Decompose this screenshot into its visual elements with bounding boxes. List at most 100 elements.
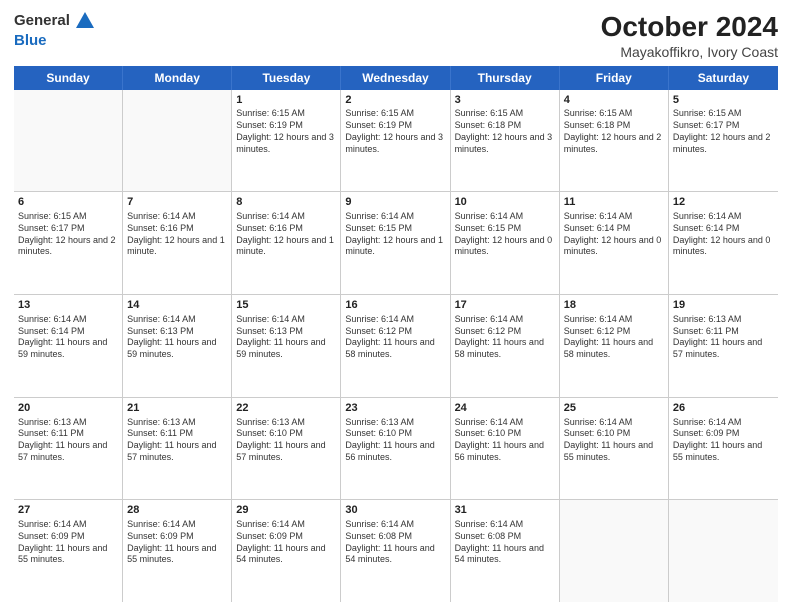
day-number: 3 xyxy=(455,93,555,108)
day-info: Sunrise: 6:13 AMSunset: 6:11 PMDaylight:… xyxy=(673,314,774,361)
calendar-body: 1 Sunrise: 6:15 AMSunset: 6:19 PMDaylight… xyxy=(14,90,778,602)
day-info: Sunrise: 6:15 AMSunset: 6:17 PMDaylight:… xyxy=(673,108,774,155)
day-number: 19 xyxy=(673,298,774,313)
day-number: 24 xyxy=(455,401,555,416)
day-number: 18 xyxy=(564,298,664,313)
cal-cell-1-4: 10Sunrise: 6:14 AMSunset: 6:15 PMDayligh… xyxy=(451,192,560,294)
day-number: 7 xyxy=(127,195,227,210)
day-number: 13 xyxy=(18,298,118,313)
cal-cell-3-3: 23Sunrise: 6:13 AMSunset: 6:10 PMDayligh… xyxy=(341,398,450,500)
week-row-5: 27Sunrise: 6:14 AMSunset: 6:09 PMDayligh… xyxy=(14,500,778,602)
day-info: Sunrise: 6:14 AMSunset: 6:12 PMDaylight:… xyxy=(455,314,555,361)
header-sunday: Sunday xyxy=(14,66,123,90)
logo-blue: Blue xyxy=(14,32,47,49)
header-monday: Monday xyxy=(123,66,232,90)
day-info: Sunrise: 6:15 AMSunset: 6:17 PMDaylight:… xyxy=(18,211,118,258)
day-number: 12 xyxy=(673,195,774,210)
logo-general: General xyxy=(14,13,70,30)
day-number: 1 xyxy=(236,93,336,108)
header-tuesday: Tuesday xyxy=(232,66,341,90)
cal-cell-1-1: 7Sunrise: 6:14 AMSunset: 6:16 PMDaylight… xyxy=(123,192,232,294)
day-number: 15 xyxy=(236,298,336,313)
cal-cell-1-6: 12Sunrise: 6:14 AMSunset: 6:14 PMDayligh… xyxy=(669,192,778,294)
day-info: Sunrise: 6:14 AMSunset: 6:09 PMDaylight:… xyxy=(127,519,227,566)
day-info: Sunrise: 6:14 AMSunset: 6:16 PMDaylight:… xyxy=(236,211,336,258)
day-number: 23 xyxy=(345,401,445,416)
day-number: 21 xyxy=(127,401,227,416)
week-row-4: 20Sunrise: 6:13 AMSunset: 6:11 PMDayligh… xyxy=(14,398,778,501)
day-info: Sunrise: 6:14 AMSunset: 6:16 PMDaylight:… xyxy=(127,211,227,258)
day-info: Sunrise: 6:13 AMSunset: 6:10 PMDaylight:… xyxy=(236,417,336,464)
cal-cell-0-4: 3Sunrise: 6:15 AMSunset: 6:18 PMDaylight… xyxy=(451,90,560,192)
cal-cell-1-3: 9Sunrise: 6:14 AMSunset: 6:15 PMDaylight… xyxy=(341,192,450,294)
logo-icon xyxy=(74,10,96,32)
cal-cell-0-6: 5Sunrise: 6:15 AMSunset: 6:17 PMDaylight… xyxy=(669,90,778,192)
cal-cell-4-5 xyxy=(560,500,669,602)
cal-cell-2-5: 18Sunrise: 6:14 AMSunset: 6:12 PMDayligh… xyxy=(560,295,669,397)
week-row-2: 6Sunrise: 6:15 AMSunset: 6:17 PMDaylight… xyxy=(14,192,778,295)
cal-cell-3-2: 22Sunrise: 6:13 AMSunset: 6:10 PMDayligh… xyxy=(232,398,341,500)
day-info: Sunrise: 6:14 AMSunset: 6:08 PMDaylight:… xyxy=(455,519,555,566)
day-info: Sunrise: 6:14 AMSunset: 6:14 PMDaylight:… xyxy=(673,211,774,258)
day-number: 14 xyxy=(127,298,227,313)
cal-cell-0-3: 2Sunrise: 6:15 AMSunset: 6:19 PMDaylight… xyxy=(341,90,450,192)
day-number: 6 xyxy=(18,195,118,210)
calendar-subtitle: Mayakoffikro, Ivory Coast xyxy=(601,44,778,60)
cal-cell-3-1: 21Sunrise: 6:13 AMSunset: 6:11 PMDayligh… xyxy=(123,398,232,500)
day-info: Sunrise: 6:14 AMSunset: 6:12 PMDaylight:… xyxy=(564,314,664,361)
day-info: Sunrise: 6:14 AMSunset: 6:13 PMDaylight:… xyxy=(236,314,336,361)
day-info: Sunrise: 6:14 AMSunset: 6:12 PMDaylight:… xyxy=(345,314,445,361)
day-number: 8 xyxy=(236,195,336,210)
day-number: 30 xyxy=(345,503,445,518)
cal-cell-3-5: 25Sunrise: 6:14 AMSunset: 6:10 PMDayligh… xyxy=(560,398,669,500)
day-info: Sunrise: 6:14 AMSunset: 6:10 PMDaylight:… xyxy=(455,417,555,464)
cal-cell-4-6 xyxy=(669,500,778,602)
day-info: Sunrise: 6:14 AMSunset: 6:09 PMDaylight:… xyxy=(673,417,774,464)
day-number: 2 xyxy=(345,93,445,108)
calendar-header: Sunday Monday Tuesday Wednesday Thursday… xyxy=(14,66,778,90)
day-number: 31 xyxy=(455,503,555,518)
day-info: Sunrise: 6:15 AMSunset: 6:18 PMDaylight:… xyxy=(455,108,555,155)
cal-cell-3-6: 26Sunrise: 6:14 AMSunset: 6:09 PMDayligh… xyxy=(669,398,778,500)
day-info: Sunrise: 6:13 AMSunset: 6:11 PMDaylight:… xyxy=(18,417,118,464)
cal-cell-2-2: 15Sunrise: 6:14 AMSunset: 6:13 PMDayligh… xyxy=(232,295,341,397)
day-number: 10 xyxy=(455,195,555,210)
day-info: Sunrise: 6:15 AMSunset: 6:18 PMDaylight:… xyxy=(564,108,664,155)
day-info: Sunrise: 6:13 AMSunset: 6:11 PMDaylight:… xyxy=(127,417,227,464)
day-info: Sunrise: 6:14 AMSunset: 6:10 PMDaylight:… xyxy=(564,417,664,464)
cal-cell-0-5: 4Sunrise: 6:15 AMSunset: 6:18 PMDaylight… xyxy=(560,90,669,192)
day-info: Sunrise: 6:13 AMSunset: 6:10 PMDaylight:… xyxy=(345,417,445,464)
cal-cell-4-2: 29Sunrise: 6:14 AMSunset: 6:09 PMDayligh… xyxy=(232,500,341,602)
day-info: Sunrise: 6:14 AMSunset: 6:14 PMDaylight:… xyxy=(564,211,664,258)
day-number: 20 xyxy=(18,401,118,416)
day-number: 16 xyxy=(345,298,445,313)
title-block: October 2024 Mayakoffikro, Ivory Coast xyxy=(601,10,778,60)
day-info: Sunrise: 6:14 AMSunset: 6:14 PMDaylight:… xyxy=(18,314,118,361)
week-row-1: 1 Sunrise: 6:15 AMSunset: 6:19 PMDaylight… xyxy=(14,90,778,193)
day-number: 11 xyxy=(564,195,664,210)
day-number: 26 xyxy=(673,401,774,416)
calendar-title: October 2024 xyxy=(601,10,778,44)
cal-cell-4-4: 31Sunrise: 6:14 AMSunset: 6:08 PMDayligh… xyxy=(451,500,560,602)
cal-cell-2-4: 17Sunrise: 6:14 AMSunset: 6:12 PMDayligh… xyxy=(451,295,560,397)
day-info: Sunrise: 6:15 AMSunset: 6:19 PMDaylight:… xyxy=(345,108,445,155)
cal-cell-1-0: 6Sunrise: 6:15 AMSunset: 6:17 PMDaylight… xyxy=(14,192,123,294)
day-info: Sunrise: 6:14 AMSunset: 6:09 PMDaylight:… xyxy=(18,519,118,566)
day-info: Sunrise: 6:14 AMSunset: 6:15 PMDaylight:… xyxy=(345,211,445,258)
cal-cell-1-5: 11Sunrise: 6:14 AMSunset: 6:14 PMDayligh… xyxy=(560,192,669,294)
cal-cell-0-1 xyxy=(123,90,232,192)
header: General Blue October 2024 Mayakoffikro, … xyxy=(14,10,778,60)
day-number: 17 xyxy=(455,298,555,313)
day-info: Sunrise: 6:14 AMSunset: 6:15 PMDaylight:… xyxy=(455,211,555,258)
cal-cell-2-1: 14Sunrise: 6:14 AMSunset: 6:13 PMDayligh… xyxy=(123,295,232,397)
header-wednesday: Wednesday xyxy=(341,66,450,90)
day-number: 22 xyxy=(236,401,336,416)
cal-cell-2-3: 16Sunrise: 6:14 AMSunset: 6:12 PMDayligh… xyxy=(341,295,450,397)
day-number: 25 xyxy=(564,401,664,416)
cal-cell-1-2: 8Sunrise: 6:14 AMSunset: 6:16 PMDaylight… xyxy=(232,192,341,294)
cal-cell-0-0 xyxy=(14,90,123,192)
day-number: 28 xyxy=(127,503,227,518)
cal-cell-2-6: 19Sunrise: 6:13 AMSunset: 6:11 PMDayligh… xyxy=(669,295,778,397)
week-row-3: 13Sunrise: 6:14 AMSunset: 6:14 PMDayligh… xyxy=(14,295,778,398)
cal-cell-4-3: 30Sunrise: 6:14 AMSunset: 6:08 PMDayligh… xyxy=(341,500,450,602)
